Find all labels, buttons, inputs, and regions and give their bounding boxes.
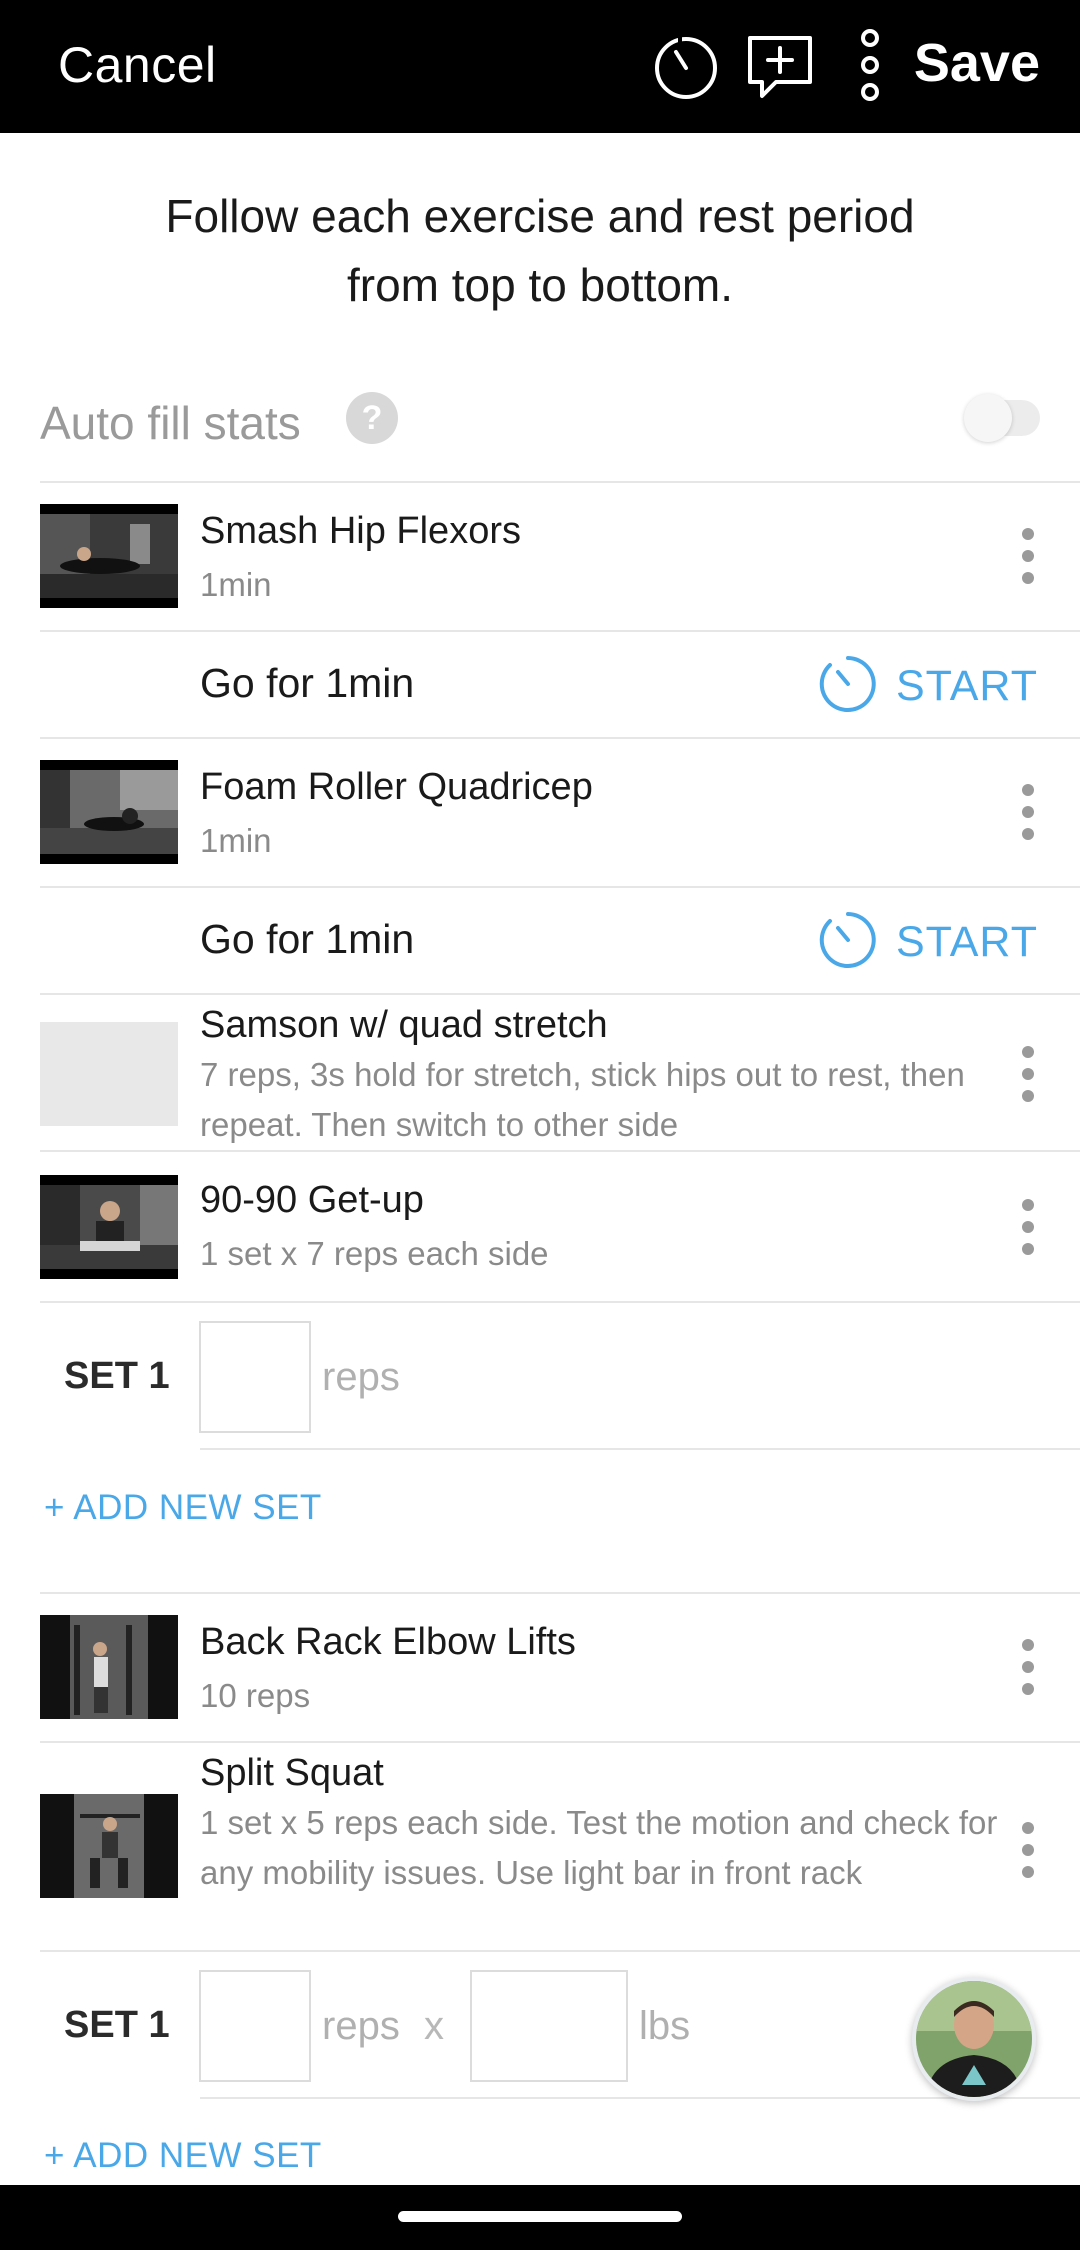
timer-row: Go for 1min START: [200, 890, 1080, 994]
exercise-subtitle: 7 reps, 3s hold for stretch, stick hips …: [200, 1056, 965, 1143]
exercise-title: Split Squat: [200, 1752, 384, 1794]
timer-row: Go for 1min START: [200, 634, 1080, 738]
toggle-knob: [964, 394, 1012, 442]
times-separator: x: [424, 2004, 444, 2048]
exercise-title: Samson w/ quad stretch: [200, 1004, 608, 1046]
exercise-menu-icon[interactable]: [1020, 1046, 1034, 1102]
exercise-menu-icon[interactable]: [1020, 1639, 1034, 1695]
start-label: START: [896, 662, 1038, 710]
exercise-title: 90-90 Get-up: [200, 1179, 424, 1221]
divider: [200, 2097, 1080, 2099]
exercise-row[interactable]: Smash Hip Flexors 1min: [40, 482, 1080, 630]
instructions-line-1: Follow each exercise and rest period: [165, 190, 915, 242]
instructions-text: Follow each exercise and rest period fro…: [0, 182, 1080, 320]
timer-icon: [819, 912, 876, 968]
system-navigation-bar: [0, 2185, 1080, 2250]
exercise-row[interactable]: Split Squat 1 set x 5 reps each side. Te…: [40, 1742, 1080, 1950]
add-new-set-button[interactable]: + ADD NEW SET: [44, 2136, 322, 2176]
reps-input[interactable]: [199, 1321, 311, 1433]
weight-unit: lbs: [639, 2004, 691, 2048]
timer-icon[interactable]: [648, 28, 724, 104]
exercise-thumbnail[interactable]: [40, 1175, 178, 1279]
divider: [40, 630, 1080, 632]
start-timer-button[interactable]: START: [816, 908, 1038, 972]
exercise-thumbnail[interactable]: [40, 504, 178, 608]
divider: [40, 1301, 1080, 1303]
instructions-line-2: from top to bottom.: [346, 259, 734, 311]
exercise-row[interactable]: Samson w/ quad stretch 7 reps, 3s hold f…: [40, 994, 1080, 1150]
set-row: SET 1 reps: [40, 1321, 1080, 1433]
exercise-thumbnail[interactable]: [40, 1615, 178, 1719]
add-note-icon[interactable]: [742, 30, 818, 106]
exercise-title: Smash Hip Flexors: [200, 510, 521, 552]
exercise-menu-icon[interactable]: [1020, 528, 1034, 584]
exercise-thumbnail-placeholder[interactable]: [40, 1022, 178, 1126]
exercise-thumbnail[interactable]: [40, 760, 178, 864]
exercise-menu-icon[interactable]: [1020, 784, 1034, 840]
exercise-subtitle: 10 reps: [200, 1677, 311, 1714]
timer-icon: [819, 656, 876, 712]
cancel-button[interactable]: Cancel: [58, 36, 217, 94]
help-icon[interactable]: ?: [346, 392, 398, 444]
exercise-subtitle: 1min: [200, 822, 272, 859]
more-vertical-icon[interactable]: [840, 28, 900, 104]
home-indicator[interactable]: [398, 2211, 682, 2222]
reps-input[interactable]: [199, 1970, 311, 2082]
exercise-menu-icon[interactable]: [1020, 1822, 1034, 1878]
set-label: SET 1: [64, 2004, 170, 2046]
start-label: START: [896, 918, 1038, 966]
save-button[interactable]: Save: [914, 32, 1040, 94]
exercise-subtitle: 1 set x 7 reps each side: [200, 1235, 549, 1272]
exercise-row[interactable]: 90-90 Get-up 1 set x 7 reps each side: [40, 1151, 1080, 1301]
auto-fill-row: Auto fill stats ?: [40, 392, 1040, 452]
exercise-subtitle: 1min: [200, 566, 272, 603]
exercise-row[interactable]: Back Rack Elbow Lifts 10 reps: [40, 1593, 1080, 1741]
weight-input[interactable]: [470, 1970, 628, 2082]
timer-label: Go for 1min: [200, 916, 415, 962]
exercise-subtitle: 1 set x 5 reps each side. Test the motio…: [200, 1804, 998, 1891]
exercise-menu-icon[interactable]: [1020, 1199, 1034, 1255]
divider: [40, 886, 1080, 888]
coach-avatar[interactable]: [912, 1977, 1036, 2101]
divider: [200, 1448, 1080, 1450]
exercise-title: Foam Roller Quadricep: [200, 766, 593, 808]
timer-label: Go for 1min: [200, 660, 415, 706]
divider: [40, 1950, 1080, 1952]
add-new-set-button[interactable]: + ADD NEW SET: [44, 1488, 322, 1528]
exercise-title: Back Rack Elbow Lifts: [200, 1621, 576, 1663]
reps-unit: reps: [322, 1355, 400, 1399]
exercise-row[interactable]: Foam Roller Quadricep 1min: [40, 738, 1080, 886]
reps-unit: reps: [322, 2004, 400, 2048]
start-timer-button[interactable]: START: [816, 652, 1038, 716]
set-label: SET 1: [64, 1355, 170, 1397]
top-bar: Cancel Save: [0, 0, 1080, 133]
auto-fill-toggle[interactable]: [964, 394, 1040, 442]
exercise-thumbnail[interactable]: [40, 1794, 178, 1898]
auto-fill-label: Auto fill stats: [40, 397, 301, 449]
